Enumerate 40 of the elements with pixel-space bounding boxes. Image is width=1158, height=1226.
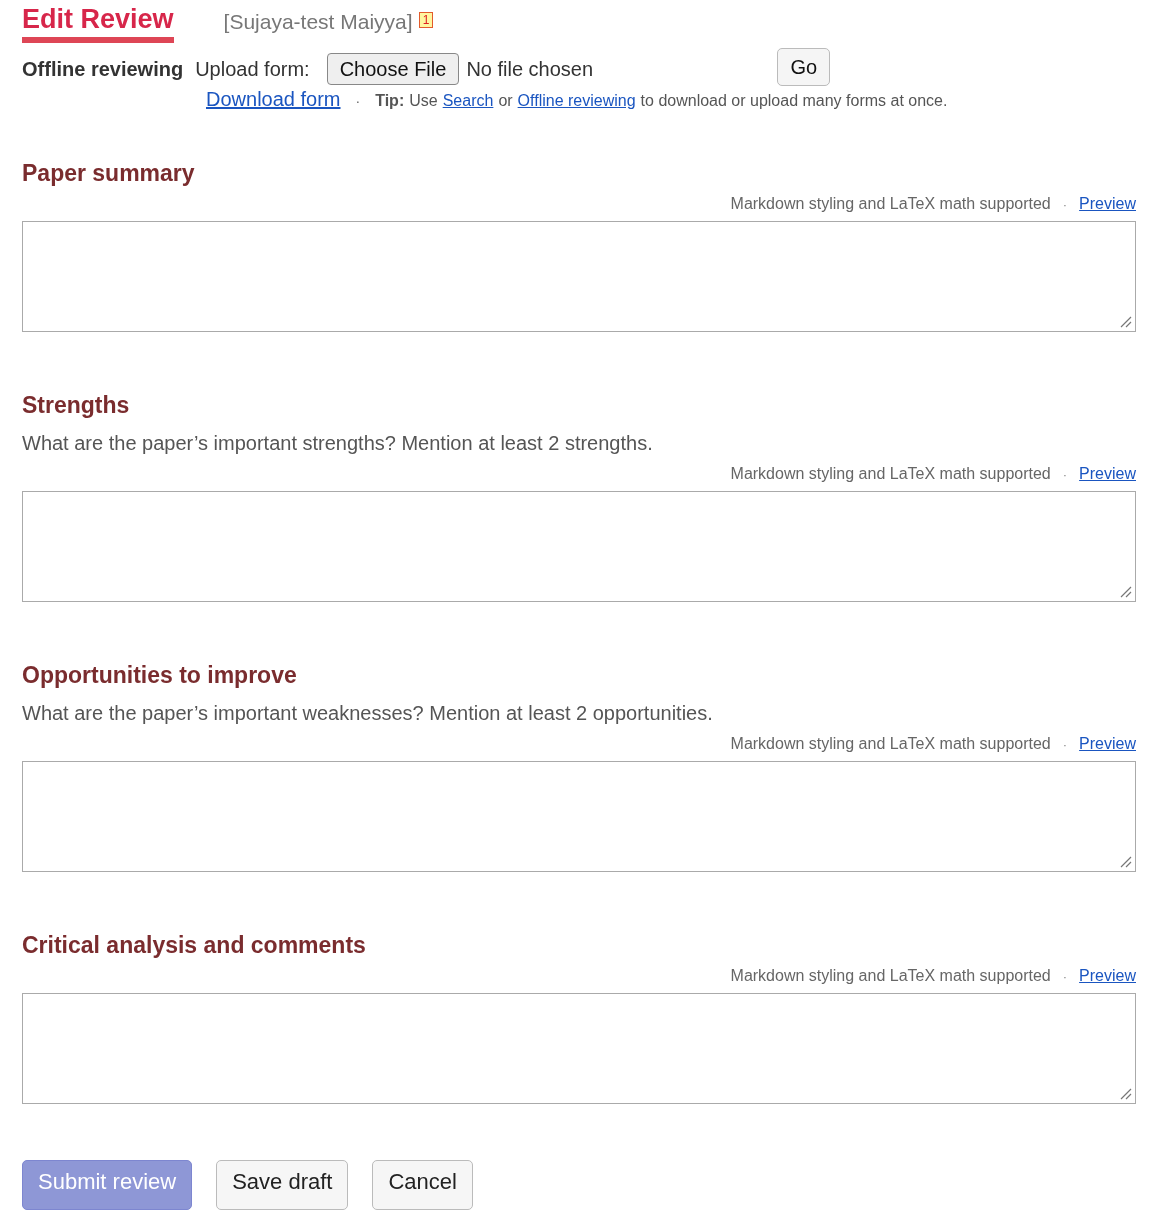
resize-handle-icon[interactable] [1118, 584, 1132, 598]
tip-text: or [498, 91, 513, 111]
markdown-note: Markdown styling and LaTeX math supported [730, 734, 1051, 754]
preview-link[interactable]: Preview [1079, 732, 1136, 756]
section-heading: Opportunities to improve [22, 661, 298, 690]
separator-dot: · [1062, 968, 1068, 986]
go-button[interactable]: Go [777, 48, 831, 86]
section-heading: Critical analysis and comments [22, 931, 367, 960]
separator-dot: · [1062, 736, 1068, 754]
file-status: No file chosen [466, 56, 595, 82]
tip-text: Use [409, 91, 438, 111]
tip-link[interactable]: Search [442, 89, 494, 113]
choose-file-button[interactable]: Choose File [326, 52, 460, 85]
tip-link[interactable]: Offline reviewing [517, 89, 636, 113]
form-button[interactable]: Save draft [216, 1160, 349, 1210]
section-heading: Strengths [22, 391, 131, 420]
separator-dot: · [1062, 466, 1068, 484]
offline-label: Offline reviewing [22, 56, 184, 82]
resize-handle-icon[interactable] [1118, 314, 1132, 328]
preview-link[interactable]: Preview [1079, 462, 1136, 486]
section-description: What are the paper’s important weaknesses? Mention at least 2 opportunities. [22, 701, 714, 726]
tip-text: to download or upload many forms at once. [640, 91, 948, 111]
markdown-note: Markdown styling and LaTeX math supported [730, 966, 1051, 986]
separator-dot: · [1062, 196, 1068, 214]
preview-link[interactable]: Preview [1079, 964, 1136, 988]
resize-handle-icon[interactable] [1118, 854, 1132, 868]
section-heading: Paper summary [22, 159, 196, 188]
page-title: Edit Review [22, 2, 174, 43]
form-button[interactable]: Cancel [372, 1160, 473, 1210]
paper-title: [Sujaya-test Maiyya] [223, 9, 413, 35]
tip-label: Tip: [375, 91, 405, 111]
separator-dot: · [355, 92, 361, 111]
count-badge: 1 [418, 12, 434, 28]
preview-link[interactable]: Preview [1079, 192, 1136, 216]
markdown-note: Markdown styling and LaTeX math supported [730, 194, 1051, 214]
section-description: What are the paper’s important strengths? Mention at least 2 strengths. [22, 431, 654, 456]
markdown-note: Markdown styling and LaTeX math supported [730, 464, 1051, 484]
resize-handle-icon[interactable] [1118, 1086, 1132, 1100]
download-form-link[interactable]: Download form [206, 84, 341, 114]
upload-label: Upload form: [195, 56, 310, 82]
